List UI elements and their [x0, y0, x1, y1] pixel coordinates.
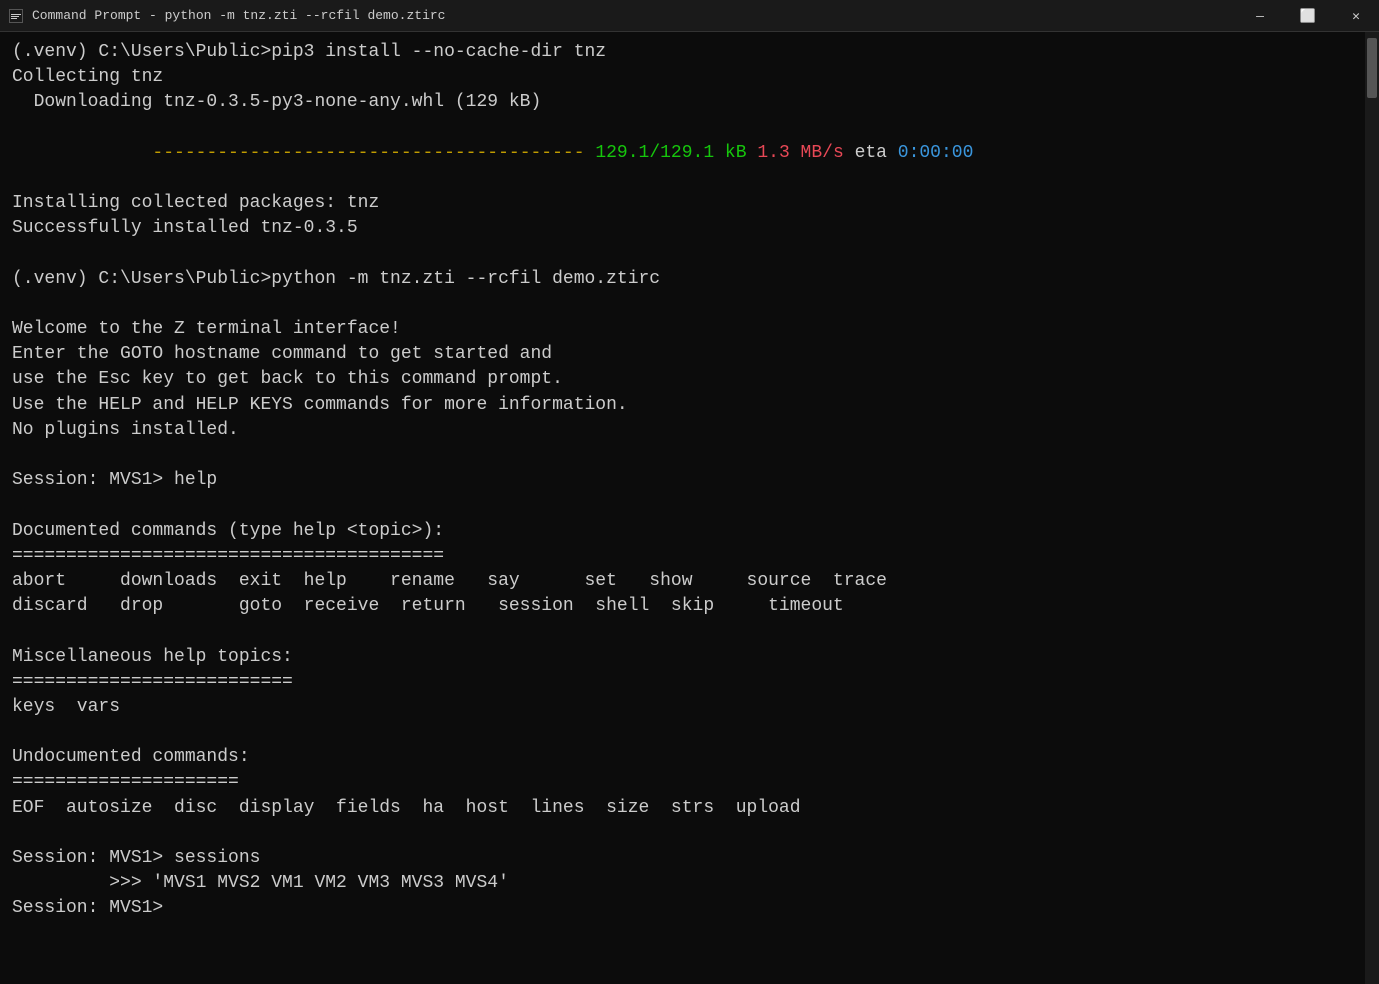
- terminal-line: Documented commands (type help <topic>):: [12, 519, 1353, 544]
- terminal-line-empty: [12, 720, 1353, 745]
- progress-speed: 1.3 MB/s: [757, 143, 854, 163]
- terminal-line: =====================: [12, 770, 1353, 795]
- terminal-line-empty: [12, 292, 1353, 317]
- terminal-line: Session: MVS1> sessions: [12, 846, 1353, 871]
- terminal-line-empty: [12, 443, 1353, 468]
- terminal-line: EOF autosize disc display fields ha host…: [12, 796, 1353, 821]
- terminal-line: (.venv) C:\Users\Public>python -m tnz.zt…: [12, 267, 1353, 292]
- terminal-line: Miscellaneous help topics:: [12, 645, 1353, 670]
- terminal-line-empty: [12, 493, 1353, 518]
- progress-eta-value: 0:00:00: [898, 143, 974, 163]
- terminal-line: discard drop goto receive return session…: [12, 594, 1353, 619]
- terminal-line: Successfully installed tnz-0.3.5: [12, 216, 1353, 241]
- scrollbar-thumb[interactable]: [1367, 38, 1377, 98]
- terminal-line: Downloading tnz-0.3.5-py3-none-any.whl (…: [12, 90, 1353, 115]
- close-button[interactable]: ✕: [1333, 0, 1379, 32]
- terminal-line: (.venv) C:\Users\Public>pip3 install --n…: [12, 40, 1353, 65]
- progress-line: ----------------------------------------…: [12, 116, 1353, 192]
- progress-dashes: ----------------------------------------: [98, 143, 595, 163]
- terminal-line: Enter the GOTO hostname command to get s…: [12, 342, 1353, 367]
- terminal-line: use the Esc key to get back to this comm…: [12, 367, 1353, 392]
- terminal-output[interactable]: (.venv) C:\Users\Public>pip3 install --n…: [0, 32, 1365, 984]
- terminal-line-empty: [12, 619, 1353, 644]
- terminal-line: Installing collected packages: tnz: [12, 191, 1353, 216]
- terminal-line: >>> 'MVS1 MVS2 VM1 VM2 VM3 MVS3 MVS4': [12, 871, 1353, 896]
- terminal-line: ========================================: [12, 544, 1353, 569]
- minimize-button[interactable]: —: [1237, 0, 1283, 32]
- terminal-line: keys vars: [12, 695, 1353, 720]
- progress-eta-label: eta: [855, 143, 898, 163]
- window-controls: — ⬜ ✕: [1237, 0, 1379, 31]
- terminal-line-empty: [12, 821, 1353, 846]
- maximize-button[interactable]: ⬜: [1285, 0, 1331, 32]
- progress-number: 129.1/129.1 kB: [595, 143, 757, 163]
- terminal-line: Session: MVS1> help: [12, 468, 1353, 493]
- terminal-prompt: Session: MVS1>: [12, 896, 1353, 921]
- terminal-line: ==========================: [12, 670, 1353, 695]
- terminal-area: (.venv) C:\Users\Public>pip3 install --n…: [0, 32, 1379, 984]
- terminal-line: Welcome to the Z terminal interface!: [12, 317, 1353, 342]
- terminal-line: Use the HELP and HELP KEYS commands for …: [12, 393, 1353, 418]
- terminal-line: abort downloads exit help rename say set…: [12, 569, 1353, 594]
- terminal-window: Command Prompt - python -m tnz.zti --rcf…: [0, 0, 1379, 984]
- terminal-line: Undocumented commands:: [12, 745, 1353, 770]
- terminal-line-empty: [12, 242, 1353, 267]
- window-icon: [8, 8, 24, 24]
- title-bar: Command Prompt - python -m tnz.zti --rcf…: [0, 0, 1379, 32]
- terminal-line: Collecting tnz: [12, 65, 1353, 90]
- vertical-scrollbar[interactable]: [1365, 32, 1379, 984]
- window-title: Command Prompt - python -m tnz.zti --rcf…: [32, 8, 1371, 23]
- terminal-line: No plugins installed.: [12, 418, 1353, 443]
